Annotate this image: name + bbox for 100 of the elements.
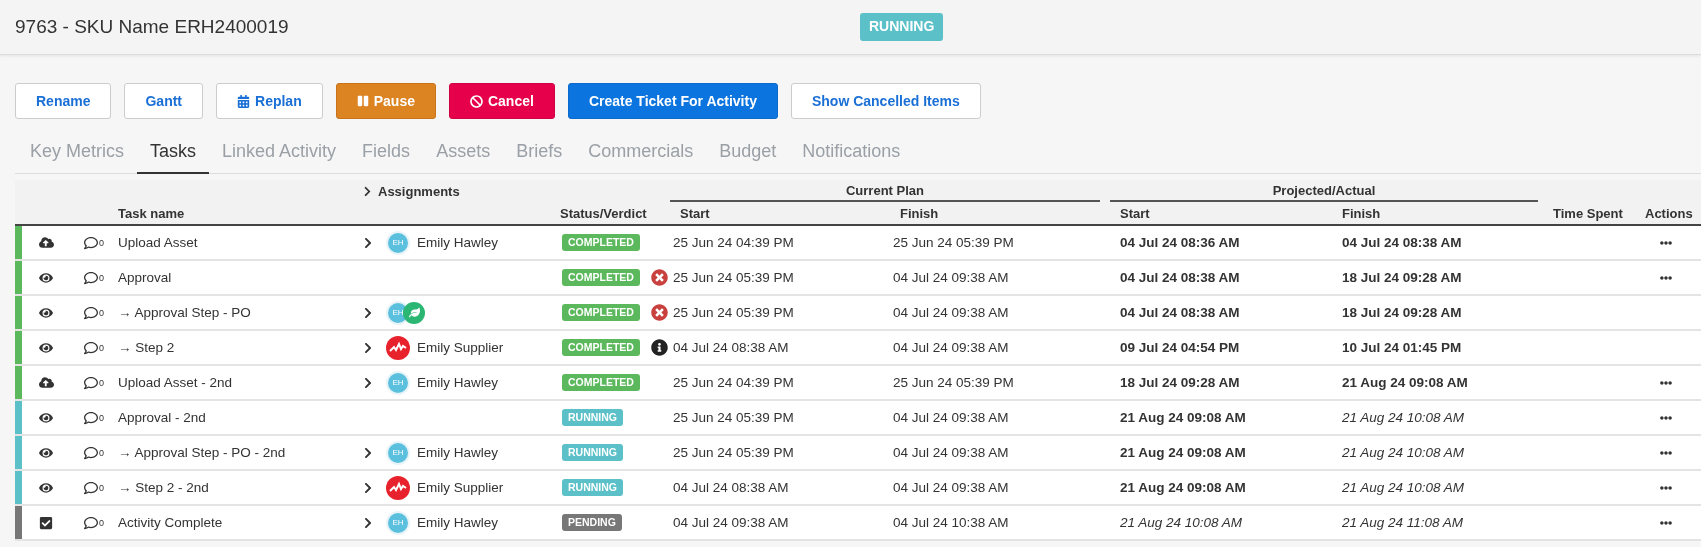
tab[interactable]: Key Metrics xyxy=(17,132,138,174)
tab[interactable]: Fields xyxy=(349,132,424,174)
comment-count: 0 xyxy=(99,447,104,458)
date-cell: 04 Jul 24 08:38 AM xyxy=(673,340,789,355)
date-cell: 25 Jun 24 04:39 PM xyxy=(673,375,794,390)
status-bar xyxy=(15,366,22,399)
date-cell: 21 Aug 24 10:08 AM xyxy=(1342,480,1465,495)
action-button[interactable]: Cancel xyxy=(448,83,555,119)
status-bar xyxy=(15,471,22,504)
tab[interactable]: Budget xyxy=(706,132,790,174)
comment-icon[interactable] xyxy=(84,270,98,285)
comment-icon[interactable] xyxy=(84,480,98,495)
date-cell: 04 Jul 24 09:38 AM xyxy=(893,445,1009,460)
column-group-header: Projected/Actual xyxy=(1272,182,1376,198)
tab[interactable]: Commercials xyxy=(575,132,707,174)
tab[interactable]: Linked Activity xyxy=(209,132,350,174)
date-cell: 25 Jun 24 05:39 PM xyxy=(673,445,794,460)
tab[interactable]: Notifications xyxy=(789,132,914,174)
date-cell: 04 Jul 24 09:38 AM xyxy=(893,410,1009,425)
column-header: Time Spent xyxy=(1553,205,1623,221)
comment-count: 0 xyxy=(99,272,104,283)
date-cell: 21 Aug 24 09:08 AM xyxy=(1120,410,1246,425)
assignee-name: Emily Hawley xyxy=(417,445,498,460)
date-cell: 25 Jun 24 05:39 PM xyxy=(673,410,794,425)
date-cell: 09 Jul 24 04:54 PM xyxy=(1120,340,1240,355)
status-bar xyxy=(15,506,22,539)
status-bar xyxy=(15,436,22,469)
date-cell: 04 Jul 24 09:38 AM xyxy=(893,340,1009,355)
comment-icon[interactable] xyxy=(84,445,98,460)
date-cell: 25 Jun 24 04:39 PM xyxy=(673,235,794,250)
column-header: Finish xyxy=(1342,205,1381,221)
assignee-name: Emily Hawley xyxy=(417,515,498,530)
comment-icon[interactable] xyxy=(84,375,98,390)
eye-icon[interactable] xyxy=(39,305,53,320)
date-cell: 25 Jun 24 05:39 PM xyxy=(673,305,794,320)
date-cell: 21 Aug 24 09:08 AM xyxy=(1342,375,1468,390)
comment-icon[interactable] xyxy=(84,340,98,355)
action-button[interactable]: Rename xyxy=(15,83,112,119)
column-header: Start xyxy=(1120,205,1150,221)
task-name: → Approval Step - PO - 2nd xyxy=(118,445,286,460)
status-badge: RUNNING xyxy=(562,408,623,427)
column-header: Assignments xyxy=(378,184,460,199)
date-cell: 04 Jul 24 09:38 AM xyxy=(893,305,1009,320)
eye-icon[interactable] xyxy=(39,480,53,495)
comment-count: 0 xyxy=(99,307,104,318)
task-name: Approval - 2nd xyxy=(118,410,206,425)
date-cell: 18 Jul 24 09:28 AM xyxy=(1120,375,1240,390)
status-bar xyxy=(15,331,22,364)
comment-icon[interactable] xyxy=(84,410,98,425)
task-name: → Step 2 - 2nd xyxy=(118,480,209,495)
eye-icon[interactable] xyxy=(39,270,53,285)
eye-icon[interactable] xyxy=(39,445,53,460)
action-button[interactable]: Show Cancelled Items xyxy=(790,83,981,119)
comment-count: 0 xyxy=(99,517,104,528)
comment-count: 0 xyxy=(99,237,104,248)
comment-count: 0 xyxy=(99,342,104,353)
date-cell: 18 Jul 24 09:28 AM xyxy=(1342,270,1462,285)
chevron-right-icon[interactable] xyxy=(362,186,373,197)
eye-icon[interactable] xyxy=(39,410,53,425)
assignee-name: Emily Hawley xyxy=(417,375,498,390)
date-cell: 21 Aug 24 09:08 AM xyxy=(1120,445,1246,460)
comment-count: 0 xyxy=(99,377,104,388)
date-cell: 04 Jul 24 08:38 AM xyxy=(1120,305,1240,320)
column-header: Status/Verdict xyxy=(560,205,647,221)
status-badge: COMPLETED xyxy=(562,373,640,392)
status-badge: RUNNING xyxy=(562,478,623,497)
avatar: EH xyxy=(386,370,410,395)
cloud-upload-icon[interactable] xyxy=(38,235,54,250)
cloud-upload-icon[interactable] xyxy=(38,375,54,390)
action-button[interactable]: Gantt xyxy=(124,83,204,119)
comment-icon[interactable] xyxy=(84,515,98,530)
supplier-avatar-icon xyxy=(386,335,410,360)
avatar: EH xyxy=(386,230,410,255)
task-name: Upload Asset xyxy=(118,235,198,250)
status-bar xyxy=(15,261,22,294)
column-header: Start xyxy=(680,205,710,221)
comment-icon[interactable] xyxy=(84,305,98,320)
comment-icon[interactable] xyxy=(84,235,98,250)
action-button[interactable]: Pause xyxy=(335,83,436,119)
date-cell: 04 Jul 24 08:38 AM xyxy=(673,480,789,495)
date-cell: 25 Jun 24 05:39 PM xyxy=(893,375,1014,390)
date-cell: 25 Jun 24 05:39 PM xyxy=(673,270,794,285)
date-cell: 21 Aug 24 11:08 AM xyxy=(1342,515,1464,530)
date-cell: 18 Jul 24 09:28 AM xyxy=(1342,305,1462,320)
tab[interactable]: Briefs xyxy=(503,132,576,174)
date-cell: 04 Jul 24 08:38 AM xyxy=(1120,270,1240,285)
date-cell: 10 Jul 24 01:45 PM xyxy=(1342,340,1462,355)
checked-box-icon[interactable] xyxy=(39,515,53,530)
tab[interactable]: Assets xyxy=(423,132,504,174)
eye-icon[interactable] xyxy=(39,340,53,355)
ban-icon xyxy=(469,94,483,108)
supplier-avatar-icon xyxy=(386,475,410,500)
tab[interactable]: Tasks xyxy=(137,132,210,174)
action-button[interactable]: Replan xyxy=(216,83,323,119)
date-cell: 04 Jul 24 08:36 AM xyxy=(1120,235,1240,250)
date-cell: 21 Aug 24 09:08 AM xyxy=(1120,480,1246,495)
assignee-name: Emily Supplier xyxy=(417,480,504,495)
status-badge: COMPLETED xyxy=(562,268,640,287)
status-bar xyxy=(15,296,22,329)
action-button[interactable]: Create Ticket For Activity xyxy=(567,83,778,119)
